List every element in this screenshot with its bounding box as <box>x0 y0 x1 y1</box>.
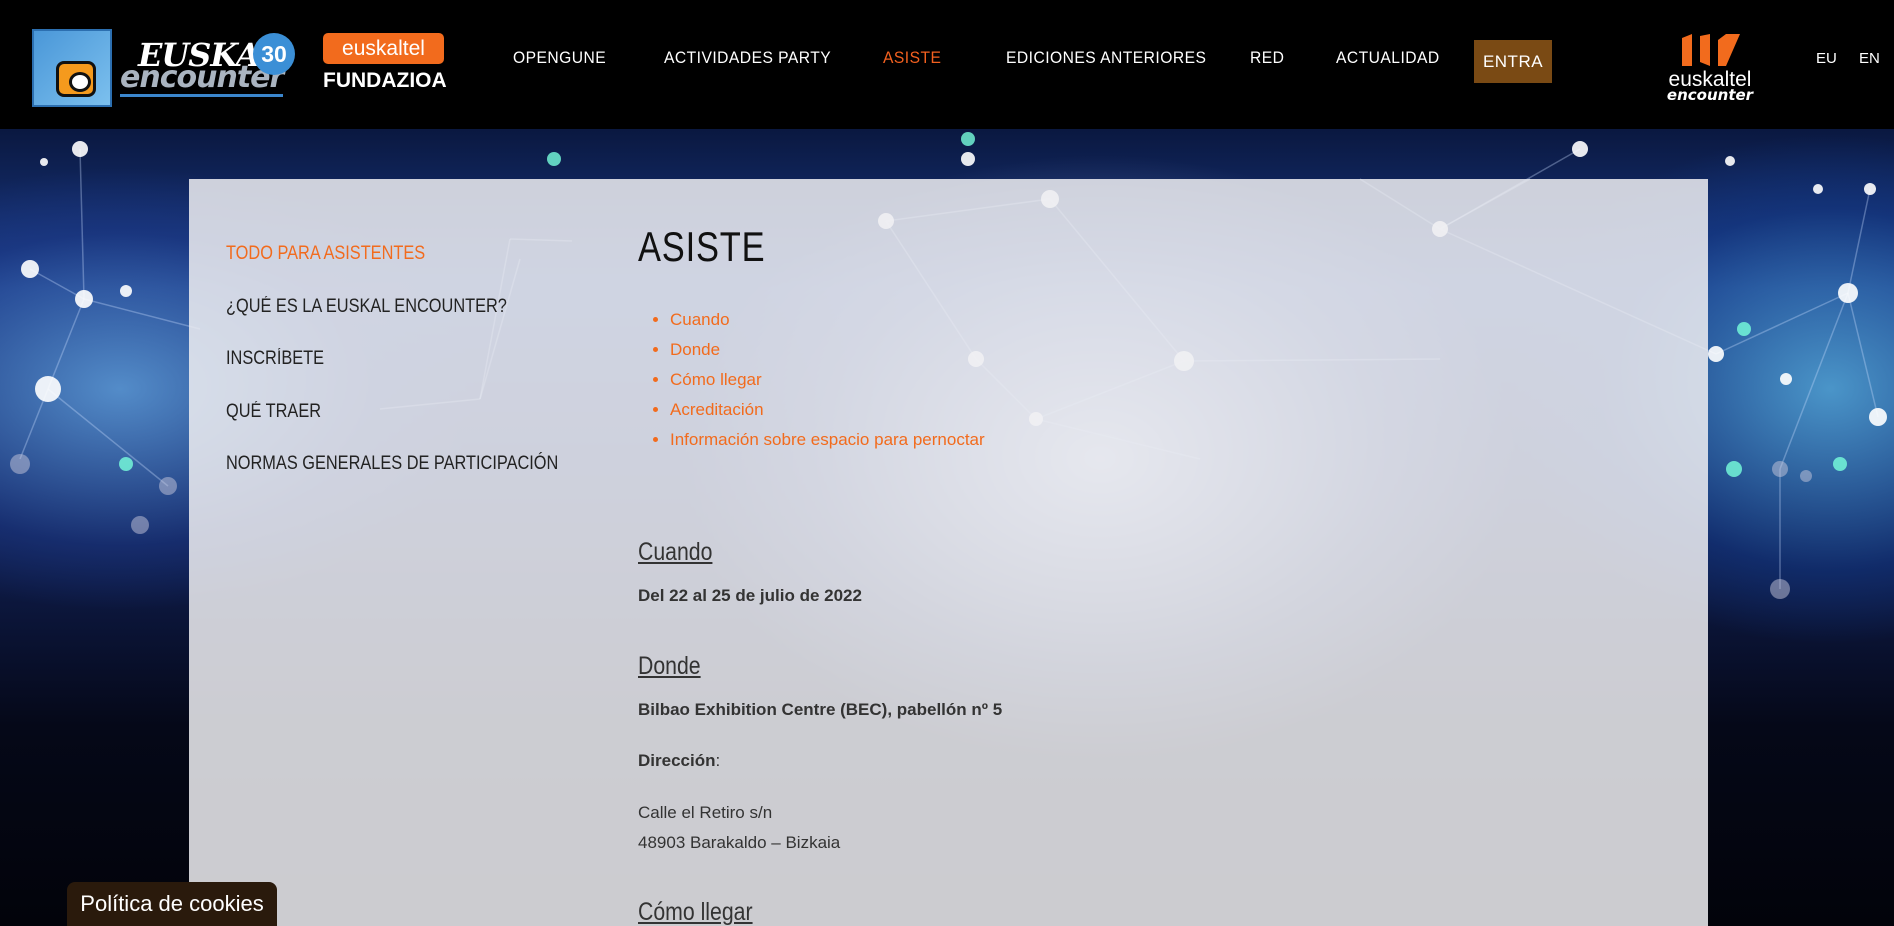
nav-actividades-party[interactable]: ACTIVIDADES PARTY <box>664 48 831 68</box>
address-label: Dirección <box>638 751 716 770</box>
sidebar-item-que-es[interactable]: ¿QUÉ ES LA EUSKAL ENCOUNTER? <box>226 296 507 318</box>
table-of-contents: Cuando Donde Cómo llegar Acreditación In… <box>670 305 985 455</box>
fundazioa-brand: euskaltel <box>342 36 425 60</box>
toc-link-acreditacion[interactable]: Acreditación <box>670 400 764 419</box>
page-title: ASISTE <box>638 223 766 270</box>
toc-link-como-llegar[interactable]: Cómo llegar <box>670 370 762 389</box>
toc-link-donde[interactable]: Donde <box>670 340 720 359</box>
fundazioa-text: FUNDAZIOA <box>323 69 447 92</box>
cookie-policy-button[interactable]: Política de cookies <box>67 882 277 926</box>
toc-link-cuando[interactable]: Cuando <box>670 310 730 329</box>
nav-opengune[interactable]: OPENGUNE <box>513 48 606 68</box>
euskaltel-encounter-logo[interactable]: euskaltel encounter <box>1664 32 1754 104</box>
toc-item: Donde <box>670 335 985 365</box>
donde-venue: Bilbao Exhibition Centre (BEC), pabellón… <box>638 700 1003 719</box>
lang-en[interactable]: EN <box>1859 50 1880 67</box>
sidebar-item-normas[interactable]: NORMAS GENERALES DE PARTICIPACIÓN <box>226 453 558 475</box>
sidebar-item-inscribete[interactable]: INSCRÍBETE <box>226 348 324 370</box>
site-header: EUSKAL encounter 30 euskaltel FUNDAZIOA … <box>0 0 1894 129</box>
toc-item: Acreditación <box>670 395 985 425</box>
nav-asiste[interactable]: ASISTE <box>883 48 941 68</box>
address-line2: 48903 Barakaldo – Bizkaia <box>638 833 841 852</box>
entra-button[interactable]: ENTRA <box>1474 40 1552 83</box>
cuando-dates: Del 22 al 25 de julio de 2022 <box>638 586 862 605</box>
address-line1: Calle el Retiro s/n <box>638 803 773 822</box>
logo-30-badge: 30 <box>253 33 295 75</box>
toc-item: Información sobre espacio para pernoctar <box>670 425 985 455</box>
address-heading: Dirección: <box>638 746 720 776</box>
lang-eu[interactable]: EU <box>1816 50 1837 67</box>
section-title-como-llegar: Cómo llegar <box>638 898 753 926</box>
nav-ediciones-anteriores[interactable]: EDICIONES ANTERIORES <box>1006 48 1206 68</box>
nav-actualidad[interactable]: ACTUALIDAD <box>1336 48 1440 68</box>
sidebar-item-todo-para-asistentes[interactable]: TODO PARA ASISTENTES <box>226 243 425 265</box>
euskal-encounter-logo-icon[interactable] <box>32 29 112 107</box>
content-panel: TODO PARA ASISTENTES ¿QUÉ ES LA EUSKAL E… <box>189 179 1708 926</box>
euskaltel-fundazioa-logo[interactable]: euskaltel <box>323 33 444 64</box>
toc-item: Cómo llegar <box>670 365 985 395</box>
camera-icon <box>56 61 96 97</box>
section-title-donde: Donde <box>638 652 701 680</box>
partner-line2: encounter <box>1666 86 1754 104</box>
toc-item: Cuando <box>670 305 985 335</box>
section-title-cuando: Cuando <box>638 538 713 566</box>
toc-link-pernoctar[interactable]: Información sobre espacio para pernoctar <box>670 430 985 449</box>
euskaltel-bars-icon <box>1682 34 1740 66</box>
nav-red[interactable]: RED <box>1250 48 1284 68</box>
address-label-colon: : <box>715 751 721 770</box>
sidebar-item-que-traer[interactable]: QUÉ TRAER <box>226 401 321 423</box>
